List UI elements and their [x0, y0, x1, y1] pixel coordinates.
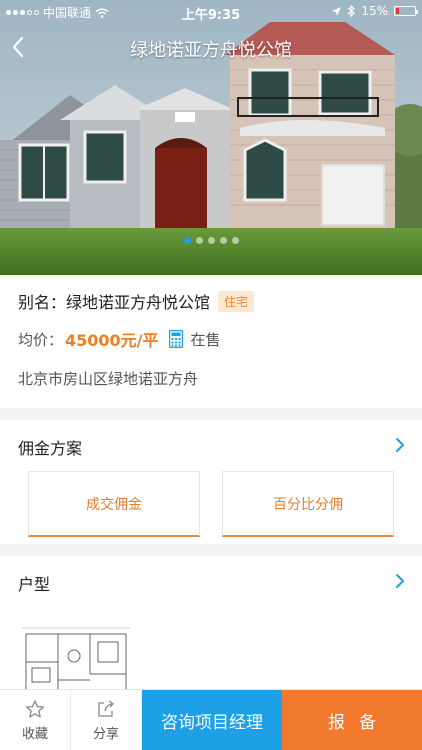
floorplan-title: 户型 — [18, 575, 51, 594]
percentage-commission-button[interactable]: 百分比分佣 — [222, 471, 394, 537]
status-right: 15% — [332, 4, 418, 18]
project-address: 北京市房山区绿地诺亚方舟 — [18, 370, 199, 388]
chevron-right-icon[interactable] — [394, 572, 406, 590]
alias-label: 别名： — [18, 293, 67, 312]
calculator-icon[interactable] — [168, 330, 183, 348]
favorite-label: 收藏 — [21, 727, 48, 742]
gallery-dot[interactable] — [183, 237, 191, 244]
gallery-dot[interactable] — [231, 237, 239, 244]
gallery-dot[interactable] — [195, 237, 203, 244]
project-info: 别名： 绿地诺亚方舟悦公馆 住宅 均价： 45000元/平 在售 北京市房山区绿… — [0, 275, 422, 408]
price-row: 均价： 45000元/平 在售 — [18, 327, 221, 351]
chevron-right-icon[interactable] — [394, 436, 406, 454]
property-type-badge: 住宅 — [218, 290, 255, 312]
report-button[interactable]: 报备 — [282, 690, 422, 750]
hero-gallery[interactable]: 中国联通 上午9:35 15% 绿地诺亚方舟悦公馆 — [0, 0, 422, 275]
commission-section: 佣金方案 成交佣金 百分比分佣 — [0, 420, 422, 544]
price-label: 均价： — [18, 330, 64, 349]
alias-name: 绿地诺亚方舟悦公馆 — [66, 293, 211, 312]
consult-manager-button[interactable]: 咨询项目经理 — [142, 690, 282, 750]
nav-bar: 绿地诺亚方舟悦公馆 — [0, 22, 422, 72]
deal-commission-button[interactable]: 成交佣金 — [28, 471, 200, 537]
location-arrow-icon — [332, 6, 342, 16]
gallery-dot[interactable] — [207, 237, 215, 244]
back-button[interactable] — [6, 32, 36, 62]
battery-percent: 15% — [361, 4, 388, 18]
bottom-action-bar: 收藏 分享 咨询项目经理 报备 — [0, 689, 422, 750]
status-bar: 中国联通 上午9:35 15% — [0, 0, 422, 23]
share-label: 分享 — [92, 727, 119, 742]
alias-row: 别名： 绿地诺亚方舟悦公馆 住宅 — [18, 289, 255, 313]
chevron-left-icon — [12, 36, 24, 58]
bluetooth-icon — [347, 5, 356, 17]
gallery-dot[interactable] — [219, 237, 227, 244]
share-button[interactable]: 分享 — [71, 690, 142, 750]
star-icon — [25, 700, 45, 718]
gallery-pagination[interactable] — [0, 237, 422, 244]
battery-icon — [394, 6, 418, 16]
average-price: 45000元/平 — [65, 331, 159, 350]
page-title: 绿地诺亚方舟悦公馆 — [130, 40, 292, 61]
favorite-button[interactable]: 收藏 — [0, 690, 71, 750]
share-icon — [98, 700, 114, 717]
commission-title: 佣金方案 — [18, 439, 83, 458]
sale-status: 在售 — [190, 330, 221, 349]
